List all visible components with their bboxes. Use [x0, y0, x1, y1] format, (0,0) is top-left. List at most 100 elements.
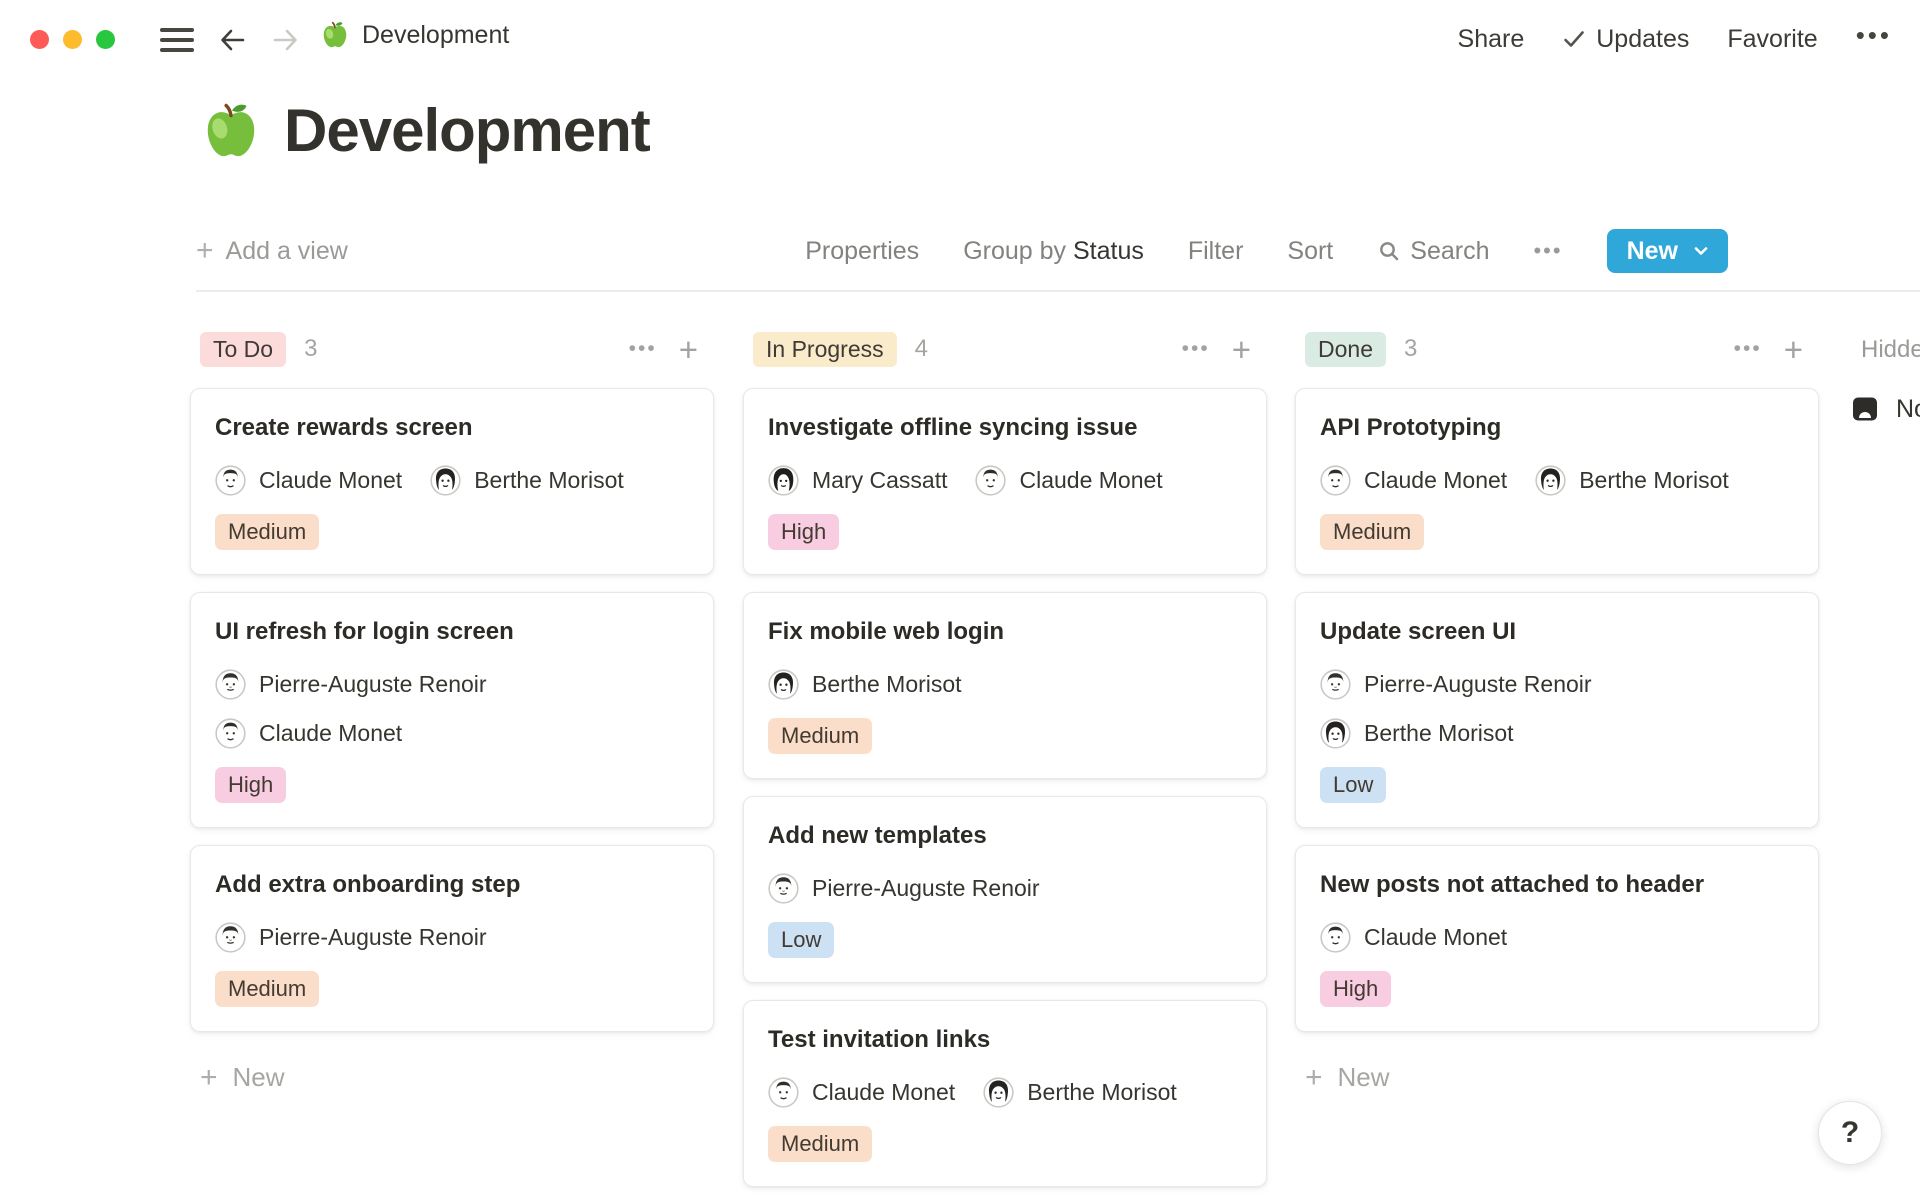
assignee: Berthe Morisot	[430, 465, 624, 496]
column-more-icon[interactable]: •••	[629, 337, 657, 361]
card[interactable]: Fix mobile web login Berthe Morisot Medi…	[743, 592, 1267, 779]
avatar-claude-monet	[975, 465, 1006, 496]
assignee: Berthe Morisot	[768, 669, 962, 700]
assignee-name: Berthe Morisot	[812, 671, 962, 698]
group-by-value: Status	[1073, 237, 1144, 265]
priority-badge: Medium	[768, 1126, 872, 1162]
breadcrumb[interactable]: Development	[320, 20, 509, 50]
breadcrumb-title: Development	[362, 21, 509, 50]
column-status-pill: To Do	[200, 332, 286, 367]
properties-button[interactable]: Properties	[805, 237, 919, 266]
avatar-berthe-morisot	[983, 1077, 1014, 1108]
card[interactable]: Add new templates Pierre-Auguste Renoir …	[743, 796, 1267, 983]
column-count: 3	[1404, 335, 1417, 363]
more-options-icon[interactable]: •••	[1856, 22, 1892, 56]
assignee-name: Berthe Morisot	[474, 467, 624, 494]
assignee: Claude Monet	[1320, 465, 1507, 496]
column-add-icon[interactable]: +	[679, 333, 698, 366]
forward-arrow-icon[interactable]	[268, 23, 302, 57]
avatar-berthe-morisot	[1320, 718, 1351, 749]
check-icon	[1562, 27, 1586, 51]
column-todo: To Do 3 ••• + Create rewards screen Clau…	[190, 328, 714, 1093]
search-icon	[1377, 239, 1401, 263]
priority-badge: Medium	[215, 971, 319, 1007]
search-button[interactable]: Search	[1377, 237, 1489, 266]
assignee-name: Berthe Morisot	[1579, 467, 1729, 494]
assignee: Berthe Morisot	[983, 1077, 1177, 1108]
card-title: Add extra onboarding step	[215, 868, 689, 902]
priority-badge: Low	[1320, 767, 1386, 803]
assignee: Berthe Morisot	[1320, 718, 1514, 749]
assignee-name: Claude Monet	[1364, 924, 1507, 951]
card[interactable]: Add extra onboarding step Pierre-Auguste…	[190, 845, 714, 1032]
share-button[interactable]: Share	[1458, 25, 1525, 54]
card-title: Investigate offline syncing issue	[768, 411, 1242, 445]
column-status-pill: Done	[1305, 332, 1386, 367]
assignee-name: Pierre-Auguste Renoir	[1364, 671, 1592, 698]
assignee-name: Claude Monet	[812, 1079, 955, 1106]
assignee-name: Berthe Morisot	[1027, 1079, 1177, 1106]
assignee: Claude Monet	[975, 465, 1162, 496]
assignee-name: Mary Cassatt	[812, 467, 947, 494]
updates-button[interactable]: Updates	[1562, 25, 1689, 54]
avatar-pierre-auguste-renoir	[768, 873, 799, 904]
avatar-claude-monet	[215, 465, 246, 496]
page-icon-green-apple[interactable]	[200, 100, 262, 162]
column-in-progress: In Progress 4 ••• + Investigate offline …	[743, 328, 1267, 1187]
assignee-name: Claude Monet	[259, 720, 402, 747]
column-more-icon[interactable]: •••	[1734, 337, 1762, 361]
add-view-button[interactable]: + Add a view	[196, 236, 348, 266]
add-card-button[interactable]: + New	[190, 1062, 714, 1093]
card[interactable]: Test invitation links Claude Monet Berth…	[743, 1000, 1267, 1187]
avatar-pierre-auguste-renoir	[215, 922, 246, 953]
card[interactable]: New posts not attached to header Claude …	[1295, 845, 1819, 1032]
new-button-label: New	[1627, 237, 1678, 266]
close-window-button[interactable]	[30, 30, 49, 49]
column-status-pill: In Progress	[753, 332, 897, 367]
toolbar-divider	[196, 290, 1920, 292]
menu-icon[interactable]	[160, 28, 194, 52]
priority-badge: Medium	[215, 514, 319, 550]
card-title: Update screen UI	[1320, 615, 1794, 649]
chevron-down-icon[interactable]	[1692, 242, 1710, 260]
assignee: Mary Cassatt	[768, 465, 947, 496]
toolbar-more-icon[interactable]: •••	[1533, 238, 1562, 264]
card[interactable]: Create rewards screen Claude Monet Berth…	[190, 388, 714, 575]
card[interactable]: UI refresh for login screen Pierre-Augus…	[190, 592, 714, 828]
zoom-window-button[interactable]	[96, 30, 115, 49]
filter-button[interactable]: Filter	[1188, 237, 1244, 266]
avatar-berthe-morisot	[1535, 465, 1566, 496]
group-by-button[interactable]: Group by Status	[963, 237, 1144, 266]
card-title: UI refresh for login screen	[215, 615, 689, 649]
assignee: Claude Monet	[768, 1077, 955, 1108]
card[interactable]: Investigate offline syncing issue Mary C…	[743, 388, 1267, 575]
favorite-button[interactable]: Favorite	[1727, 25, 1817, 54]
priority-badge: Low	[768, 922, 834, 958]
assignee-name: Pierre-Auguste Renoir	[812, 875, 1040, 902]
card[interactable]: API Prototyping Claude Monet Berthe Mori…	[1295, 388, 1819, 575]
assignee: Pierre-Auguste Renoir	[768, 873, 1040, 904]
hidden-columns-toggle[interactable]: Hidden	[1861, 336, 1920, 364]
assignee: Berthe Morisot	[1535, 465, 1729, 496]
sort-button[interactable]: Sort	[1287, 237, 1333, 266]
page-title: Development	[284, 96, 650, 165]
column-add-icon[interactable]: +	[1784, 333, 1803, 366]
priority-badge: High	[768, 514, 839, 550]
plus-icon: +	[1305, 1063, 1323, 1093]
column-count: 4	[915, 335, 928, 363]
card-title: Create rewards screen	[215, 411, 689, 445]
card[interactable]: Update screen UI Pierre-Auguste Renoir B…	[1295, 592, 1819, 828]
assignee: Pierre-Auguste Renoir	[1320, 669, 1592, 700]
assignee-name: Claude Monet	[1019, 467, 1162, 494]
minimize-window-button[interactable]	[63, 30, 82, 49]
add-card-button[interactable]: + New	[1295, 1062, 1819, 1093]
column-add-icon[interactable]: +	[1232, 333, 1251, 366]
new-button[interactable]: New	[1607, 229, 1728, 273]
hidden-group-no-status[interactable]: No Status	[1848, 392, 1920, 426]
help-button[interactable]: ?	[1818, 1101, 1882, 1165]
avatar-claude-monet	[768, 1077, 799, 1108]
back-arrow-icon[interactable]	[216, 23, 250, 57]
card-title: Test invitation links	[768, 1023, 1242, 1057]
add-card-label: New	[1338, 1062, 1390, 1093]
column-more-icon[interactable]: •••	[1182, 337, 1210, 361]
